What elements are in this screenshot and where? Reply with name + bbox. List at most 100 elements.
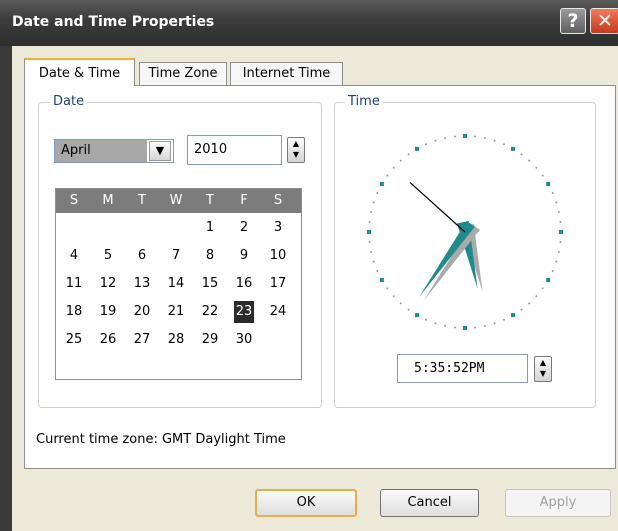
- calendar-day[interactable]: 9: [229, 245, 259, 267]
- spin-down-icon[interactable]: ▼: [535, 368, 551, 379]
- weekday-header: W: [169, 193, 183, 208]
- hour-tick: [511, 313, 515, 318]
- calendar-day[interactable]: 14: [161, 273, 191, 295]
- weekday-header: S: [273, 193, 283, 208]
- calendar: SMTWTFS 1 2 3 4 5 6 7 8 9 10 11 12 13 14 15 16 17 18 19 20 2…: [55, 188, 302, 380]
- minute-tick: [376, 270, 379, 273]
- calendar-day[interactable]: 28: [161, 329, 191, 351]
- hour-tick: [511, 146, 515, 151]
- month-dropdown[interactable]: April ▼: [54, 139, 174, 163]
- window-frame: [0, 46, 12, 531]
- calendar-day-selected[interactable]: 23: [234, 301, 254, 323]
- tab-internet-time[interactable]: Internet Time: [230, 62, 343, 86]
- calendar-day[interactable]: 26: [93, 329, 123, 351]
- minute-tick: [528, 159, 531, 162]
- hour-tick: [415, 313, 419, 318]
- calendar-day[interactable]: 15: [195, 273, 225, 295]
- year-field[interactable]: 2010: [187, 135, 282, 165]
- calendar-day[interactable]: 27: [127, 329, 157, 351]
- minute-tick: [368, 241, 371, 244]
- close-button[interactable]: ✕: [590, 8, 618, 34]
- ok-button[interactable]: OK: [255, 489, 357, 517]
- minute-tick: [493, 139, 496, 142]
- hour-tick: [546, 278, 551, 282]
- calendar-day[interactable]: 24: [263, 301, 293, 323]
- calendar-day[interactable]: 13: [127, 273, 157, 295]
- calendar-header: SMTWTFS: [56, 189, 301, 213]
- minute-tick: [557, 250, 560, 253]
- calendar-day[interactable]: 29: [195, 329, 225, 351]
- hour-tick: [379, 278, 384, 282]
- minute-tick: [434, 139, 437, 142]
- time-spinner[interactable]: ▲ ▼: [534, 356, 552, 382]
- minute-tick: [370, 250, 373, 253]
- calendar-day[interactable]: 25: [59, 329, 89, 351]
- calendar-day[interactable]: 10: [263, 245, 293, 267]
- tab-time-zone[interactable]: Time Zone: [139, 62, 227, 86]
- title-bar[interactable]: Date and Time Properties ? ✕: [0, 0, 618, 46]
- calendar-day[interactable]: 7: [161, 245, 191, 267]
- second-hand: [409, 182, 466, 233]
- spin-up-icon[interactable]: ▲: [535, 357, 551, 368]
- current-timezone-label: Current time zone: GMT Daylight Time: [36, 432, 286, 447]
- hour-tick: [463, 134, 467, 138]
- weekday-header: T: [206, 193, 214, 208]
- calendar-day[interactable]: 20: [127, 301, 157, 323]
- minute-tick: [386, 174, 389, 177]
- minute-tick: [503, 143, 506, 146]
- minute-tick: [407, 308, 410, 311]
- calendar-day[interactable]: 12: [93, 273, 123, 295]
- hour-tick: [559, 230, 563, 234]
- minute-tick: [551, 191, 554, 194]
- calendar-day[interactable]: 16: [229, 273, 259, 295]
- minute-hand: [418, 220, 475, 298]
- year-spinner[interactable]: ▲ ▼: [287, 137, 305, 163]
- minute-tick: [370, 211, 373, 214]
- hour-tick: [463, 326, 467, 330]
- calendar-day[interactable]: 3: [263, 217, 293, 239]
- calendar-day[interactable]: 2: [229, 217, 259, 239]
- minute-tick: [453, 326, 456, 329]
- calendar-day[interactable]: 17: [263, 273, 293, 295]
- calendar-day[interactable]: 30: [229, 329, 259, 351]
- calendar-day[interactable]: 21: [161, 301, 191, 323]
- calendar-day[interactable]: 8: [195, 245, 225, 267]
- time-field[interactable]: 5:35:52PM: [397, 354, 528, 383]
- calendar-day[interactable]: 11: [59, 273, 89, 295]
- calendar-day[interactable]: 1: [195, 217, 225, 239]
- minute-tick: [557, 211, 560, 214]
- minute-tick: [474, 326, 477, 329]
- month-value: April: [55, 140, 147, 162]
- weekday-header: M: [102, 193, 114, 208]
- minute-tick: [559, 241, 562, 244]
- apply-button[interactable]: Apply: [505, 489, 611, 517]
- minute-tick: [483, 324, 486, 327]
- minute-tick: [493, 322, 496, 325]
- calendar-day[interactable]: 5: [93, 245, 123, 267]
- date-group-label: Date: [50, 94, 88, 109]
- minute-tick: [453, 135, 456, 138]
- minute-tick: [434, 322, 437, 325]
- cancel-button[interactable]: Cancel: [380, 489, 479, 517]
- hour-tick: [367, 230, 371, 234]
- minute-tick: [503, 318, 506, 321]
- minute-tick: [399, 302, 402, 305]
- chevron-down-icon[interactable]: ▼: [149, 141, 171, 161]
- help-button[interactable]: ?: [560, 8, 586, 34]
- calendar-day[interactable]: 18: [59, 301, 89, 323]
- minute-tick: [444, 137, 447, 140]
- tab-date-time[interactable]: Date & Time: [24, 58, 135, 86]
- minute-tick: [559, 220, 562, 223]
- minute-tick: [399, 159, 402, 162]
- hour-tick: [546, 182, 551, 186]
- spin-up-icon[interactable]: ▲: [288, 138, 304, 149]
- calendar-day[interactable]: 19: [93, 301, 123, 323]
- analog-clock: [367, 134, 563, 330]
- spin-down-icon[interactable]: ▼: [288, 149, 304, 160]
- minute-tick: [541, 174, 544, 177]
- calendar-day[interactable]: 6: [127, 245, 157, 267]
- weekday-header: F: [240, 193, 248, 208]
- calendar-day[interactable]: 22: [195, 301, 225, 323]
- minute-tick: [528, 302, 531, 305]
- calendar-day[interactable]: 4: [59, 245, 89, 267]
